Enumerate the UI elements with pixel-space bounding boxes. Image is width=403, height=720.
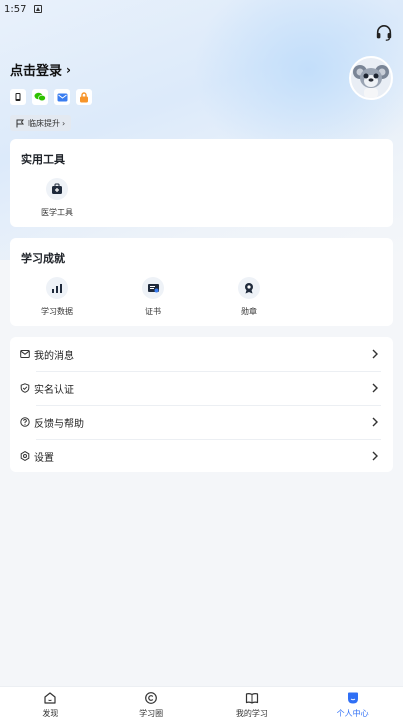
login-link[interactable]: 点击登录 › xyxy=(10,60,92,80)
tools-card: 实用工具 医学工具 xyxy=(10,139,393,227)
menu-item-verification[interactable]: 实名认证 xyxy=(10,371,393,405)
bar-chart-icon xyxy=(46,277,68,299)
chevron-right-icon xyxy=(372,383,378,393)
medical-kit-icon xyxy=(46,178,68,200)
tab-discover[interactable]: 发现 xyxy=(0,687,101,720)
tab-study-circle[interactable]: 学习圈 xyxy=(101,687,202,720)
profile-icon xyxy=(347,692,358,704)
settings-menu-card: 我的消息 实名认证 反馈与帮助 设置 xyxy=(10,337,393,472)
home-icon xyxy=(44,692,56,704)
tools-card-title: 实用工具 xyxy=(21,153,65,166)
login-label: 点击登录 xyxy=(10,64,63,79)
status-bar: 1:57 xyxy=(0,0,403,18)
menu-item-feedback[interactable]: 反馈与帮助 xyxy=(10,405,393,439)
achievements-card: 学习成就 学习数据 证书 勋章 xyxy=(10,238,393,326)
menu-item-label: 反馈与帮助 xyxy=(34,418,84,430)
settings-icon xyxy=(20,451,30,461)
tab-label: 发现 xyxy=(42,709,59,718)
chevron-right-icon xyxy=(372,417,378,427)
tab-label: 学习圈 xyxy=(139,709,164,718)
chevron-right-icon xyxy=(372,349,378,359)
message-icon xyxy=(20,350,30,358)
help-icon xyxy=(20,417,30,427)
menu-item-settings[interactable]: 设置 xyxy=(10,439,393,473)
achievement-label: 勋章 xyxy=(241,307,257,316)
menu-item-label: 设置 xyxy=(34,452,54,464)
certificate-icon xyxy=(142,277,164,299)
achievement-study-data[interactable]: 学习数据 xyxy=(27,277,87,317)
headset-icon[interactable] xyxy=(375,24,393,42)
tab-my-study[interactable]: 我的学习 xyxy=(202,687,303,720)
menu-item-label: 我的消息 xyxy=(34,350,74,362)
mail-icon[interactable] xyxy=(54,89,70,105)
achievement-medal[interactable]: 勋章 xyxy=(219,277,279,317)
circle-icon xyxy=(145,692,158,704)
achievement-label: 学习数据 xyxy=(41,307,73,316)
tool-label: 医学工具 xyxy=(41,208,73,217)
phone-icon[interactable] xyxy=(10,89,26,105)
bottom-tab-bar: 发现 学习圈 我的学习 个人中心 xyxy=(0,686,403,720)
tab-label: 个人中心 xyxy=(336,709,369,718)
lock-icon[interactable] xyxy=(76,89,92,105)
menu-item-messages[interactable]: 我的消息 xyxy=(10,337,393,371)
status-time: 1:57 xyxy=(4,3,27,15)
notification-icon xyxy=(34,5,43,13)
flag-icon xyxy=(16,119,24,127)
achievement-label: 证书 xyxy=(145,307,161,316)
tab-label: 我的学习 xyxy=(235,709,268,718)
profile-section: 点击登录 › 临床提升 › xyxy=(10,60,92,132)
medal-icon xyxy=(238,277,260,299)
achievements-card-title: 学习成就 xyxy=(21,252,65,265)
koala-mascot-icon xyxy=(353,65,389,98)
menu-item-label: 实名认证 xyxy=(34,384,74,396)
chevron-right-icon xyxy=(372,451,378,461)
book-icon xyxy=(245,693,258,704)
clinical-tag-label: 临床提升 xyxy=(28,118,60,128)
chevron-right-icon: › xyxy=(66,62,71,77)
tool-medical[interactable]: 医学工具 xyxy=(27,178,87,218)
tab-personal-center[interactable]: 个人中心 xyxy=(302,687,403,720)
account-bind-icons xyxy=(10,89,92,105)
avatar[interactable] xyxy=(349,56,393,100)
clinical-tag[interactable]: 临床提升 › xyxy=(10,115,72,131)
wechat-icon[interactable] xyxy=(32,89,48,105)
chevron-right-icon: › xyxy=(62,118,66,128)
shield-check-icon xyxy=(20,383,30,393)
achievement-certificate[interactable]: 证书 xyxy=(123,277,183,317)
